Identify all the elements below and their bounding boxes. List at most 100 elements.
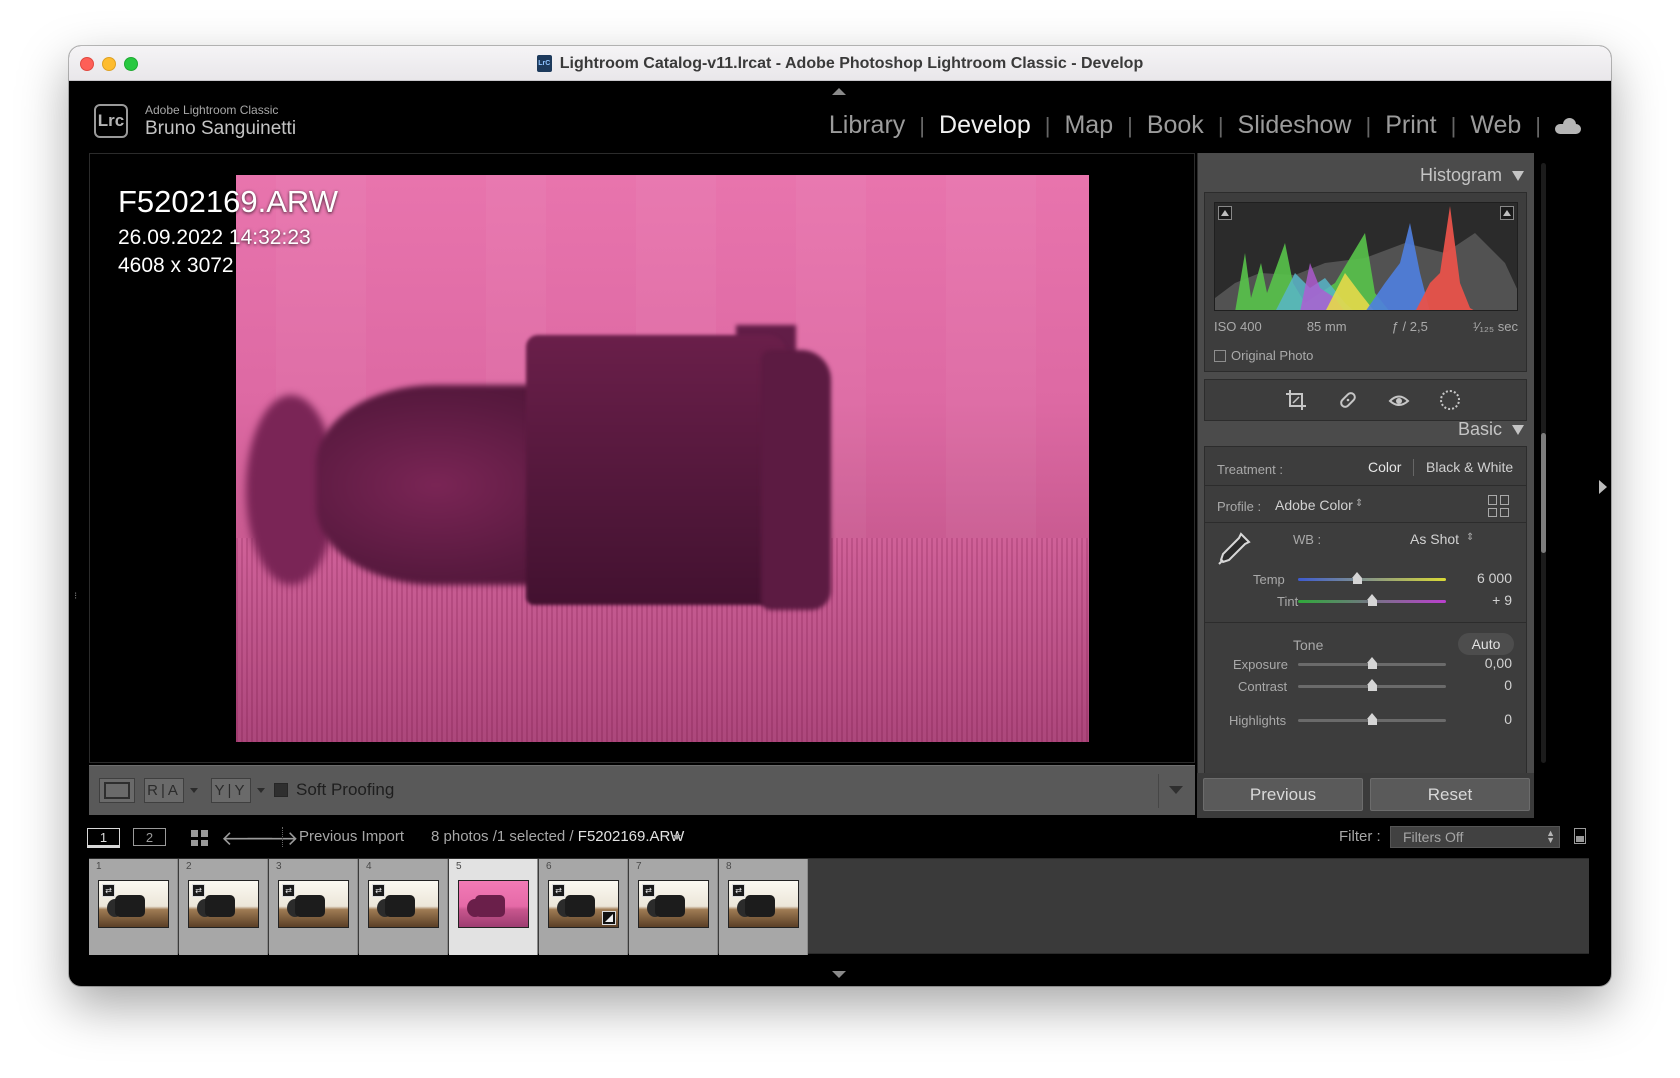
treatment-color-option[interactable]: Color bbox=[1368, 459, 1401, 475]
before-after-dropdown-icon[interactable] bbox=[190, 788, 198, 793]
filmstrip-thumbnail[interactable]: 5 bbox=[449, 859, 538, 955]
healing-icon[interactable] bbox=[1336, 388, 1360, 412]
module-web[interactable]: Web bbox=[1456, 111, 1535, 140]
filmstrip-thumbnail[interactable]: 8 ⇄ bbox=[719, 859, 808, 955]
toolbar-content-chevron-icon[interactable] bbox=[1169, 786, 1183, 794]
divider bbox=[1205, 622, 1526, 623]
profile-label: Profile : bbox=[1217, 499, 1262, 514]
thumbnail-image[interactable]: ⇄ bbox=[98, 880, 169, 928]
filmstrip-thumbnail[interactable]: 3 ⇄ bbox=[269, 859, 358, 955]
treatment-bw-option[interactable]: Black & White bbox=[1426, 459, 1513, 475]
histogram-chart[interactable] bbox=[1214, 202, 1518, 311]
wb-stepper-icon[interactable]: ⇕ bbox=[1466, 532, 1474, 543]
left-panel-edge[interactable]: ⁝ bbox=[69, 151, 87, 861]
exif-focal-length: 85 mm bbox=[1306, 319, 1347, 334]
temp-slider-thumb[interactable] bbox=[1352, 572, 1363, 584]
before-after-lr-button[interactable]: R|A bbox=[144, 778, 184, 803]
filmstrip-source[interactable]: Previous Import bbox=[299, 828, 404, 845]
sync-badge-icon: ⇄ bbox=[642, 884, 655, 897]
crop-icon[interactable] bbox=[1284, 388, 1308, 412]
previous-button[interactable]: Previous bbox=[1203, 778, 1363, 811]
thumbnail-image[interactable]: ⇄ bbox=[638, 880, 709, 928]
filmstrip-thumbnail[interactable]: 6 ⇄ bbox=[539, 859, 628, 955]
thumbnail-image[interactable]: ⇄ bbox=[278, 880, 349, 928]
collapse-right-panel-icon[interactable] bbox=[1599, 480, 1607, 494]
right-panel-scrollbar[interactable] bbox=[1535, 153, 1553, 818]
shadow-clipping-indicator[interactable] bbox=[1218, 206, 1232, 220]
red-eye-icon[interactable] bbox=[1387, 388, 1411, 412]
contrast-value[interactable]: 0 bbox=[1504, 677, 1512, 693]
highlight-clipping-indicator[interactable] bbox=[1500, 206, 1514, 220]
profile-select[interactable]: Adobe Color bbox=[1275, 497, 1353, 513]
tint-slider-thumb[interactable] bbox=[1367, 594, 1378, 606]
exposure-value[interactable]: 0,00 bbox=[1485, 655, 1512, 671]
thumbnail-image[interactable] bbox=[458, 880, 529, 928]
image-viewer[interactable]: F5202169.ARW 26.09.2022 14:32:23 4608 x … bbox=[89, 153, 1195, 763]
grid-view-icon[interactable] bbox=[191, 830, 209, 846]
contrast-slider-thumb[interactable] bbox=[1367, 679, 1378, 691]
loupe-view-button[interactable] bbox=[99, 778, 135, 803]
basic-header[interactable]: Basic bbox=[1458, 419, 1524, 440]
contrast-slider[interactable] bbox=[1298, 679, 1446, 691]
collapse-basic-icon[interactable] bbox=[1512, 424, 1524, 435]
thumbnail-image[interactable]: ⇄ bbox=[188, 880, 259, 928]
cloud-icon[interactable] bbox=[1555, 117, 1581, 134]
module-slideshow[interactable]: Slideshow bbox=[1224, 111, 1366, 140]
tint-slider[interactable] bbox=[1298, 594, 1446, 606]
profile-browser-icon[interactable] bbox=[1488, 495, 1510, 517]
photo-count: 8 photos /1 selected / bbox=[431, 828, 574, 845]
collapse-top-panel-icon[interactable] bbox=[832, 88, 846, 95]
soft-proofing-label[interactable]: Soft Proofing bbox=[296, 780, 394, 800]
module-separator: | bbox=[1535, 112, 1541, 138]
exposure-slider-thumb[interactable] bbox=[1367, 657, 1378, 669]
filter-lock-icon[interactable] bbox=[1574, 828, 1586, 844]
before-after-swap-button[interactable]: Y|Y bbox=[211, 778, 251, 803]
filmstrip-thumbnail[interactable]: 1 ⇄ bbox=[89, 859, 178, 955]
original-photo-toggle[interactable]: Original Photo bbox=[1214, 348, 1313, 363]
auto-tone-button[interactable]: Auto bbox=[1458, 633, 1514, 655]
module-develop[interactable]: Develop bbox=[925, 111, 1045, 140]
filmstrip-thumbnail[interactable]: 2 ⇄ bbox=[179, 859, 268, 955]
tint-label: Tint bbox=[1277, 594, 1299, 609]
module-book[interactable]: Book bbox=[1133, 111, 1218, 140]
temp-slider[interactable] bbox=[1298, 572, 1446, 584]
filter-select[interactable]: Filters Off ▲ ▼ bbox=[1390, 826, 1560, 848]
histogram-title: Histogram bbox=[1419, 165, 1502, 185]
filmstrip[interactable]: 1 ⇄ 2 ⇄ 3 ⇄ 4 ⇄ 5 6 ⇄ 7 ⇄ 8 ⇄ bbox=[89, 858, 1589, 955]
expand-left-panel-icon[interactable]: ⁝ bbox=[74, 591, 77, 602]
reset-button[interactable]: Reset bbox=[1370, 778, 1530, 811]
forward-arrow-icon[interactable]: 🡒 bbox=[245, 826, 299, 851]
original-photo-checkbox[interactable] bbox=[1214, 349, 1226, 362]
file-dropdown-icon[interactable] bbox=[673, 835, 681, 840]
secondary-window-button[interactable]: 2 bbox=[133, 828, 166, 846]
filmstrip-thumbnail[interactable]: 7 ⇄ bbox=[629, 859, 718, 955]
tint-value[interactable]: + 9 bbox=[1492, 592, 1512, 608]
soft-proofing-checkbox[interactable] bbox=[274, 783, 288, 797]
collapse-filmstrip-icon[interactable] bbox=[832, 971, 846, 978]
main-photo[interactable] bbox=[236, 175, 1089, 742]
scroll-thumb[interactable] bbox=[1541, 433, 1546, 553]
highlights-value[interactable]: 0 bbox=[1504, 711, 1512, 727]
collapse-histogram-icon[interactable] bbox=[1512, 170, 1524, 181]
histogram-header[interactable]: Histogram bbox=[1420, 165, 1524, 186]
masking-icon[interactable] bbox=[1438, 388, 1462, 412]
filmstrip-thumbnail[interactable]: 4 ⇄ bbox=[359, 859, 448, 955]
exif-shutter: ¹⁄₁₂₅ sec bbox=[1472, 319, 1518, 334]
swap-dropdown-icon[interactable] bbox=[257, 788, 265, 793]
exif-iso: ISO 400 bbox=[1214, 319, 1262, 334]
highlights-slider-thumb[interactable] bbox=[1367, 713, 1378, 725]
thumbnail-image[interactable]: ⇄ bbox=[368, 880, 439, 928]
module-print[interactable]: Print bbox=[1371, 111, 1450, 140]
exposure-slider[interactable] bbox=[1298, 657, 1446, 669]
module-map[interactable]: Map bbox=[1050, 111, 1127, 140]
main-window-button[interactable]: 1 bbox=[87, 828, 120, 848]
module-library[interactable]: Library bbox=[815, 111, 919, 140]
profile-stepper-icon[interactable]: ⇕ bbox=[1355, 498, 1363, 509]
wb-select[interactable]: As Shot bbox=[1410, 531, 1459, 547]
thumbnail-image[interactable]: ⇄ bbox=[548, 880, 619, 928]
temp-value[interactable]: 6 000 bbox=[1477, 570, 1512, 586]
current-file-name[interactable]: F5202169.ARW bbox=[578, 828, 684, 845]
white-balance-picker-icon[interactable] bbox=[1215, 530, 1253, 568]
highlights-slider[interactable] bbox=[1298, 713, 1446, 725]
thumbnail-image[interactable]: ⇄ bbox=[728, 880, 799, 928]
